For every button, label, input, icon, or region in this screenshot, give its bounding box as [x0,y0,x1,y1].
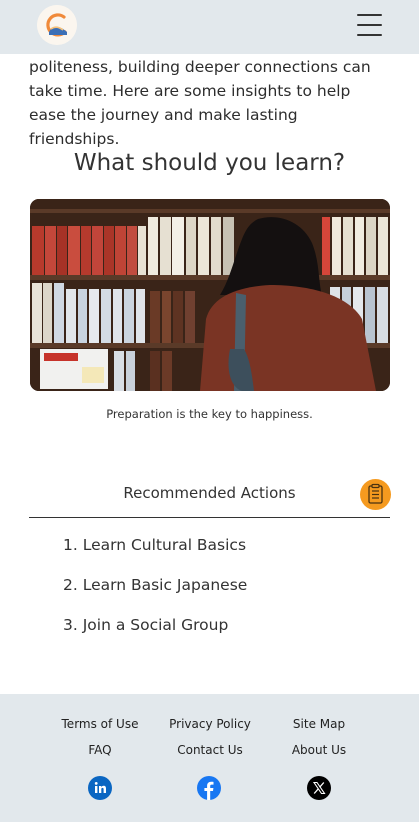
bookshelf-image [30,199,390,391]
clipboard-icon-graphic [368,483,383,504]
facebook-glyph [204,781,214,800]
section-divider [29,517,390,518]
footer-link-terms[interactable]: Terms of Use [45,717,155,731]
logo[interactable] [37,5,77,45]
action-item-cultural-basics[interactable]: 1. Learn Cultural Basics [63,536,246,554]
menu-line [357,14,382,16]
footer-link-privacy[interactable]: Privacy Policy [155,717,265,731]
top-header [0,0,419,54]
footer-link-sitemap[interactable]: Site Map [264,717,374,731]
x-icon[interactable] [307,776,331,800]
footer-link-contact[interactable]: Contact Us [155,743,265,757]
photo-caption: Preparation is the key to happiness. [106,407,313,421]
linkedin-glyph [94,782,106,793]
intro-paragraph: politeness, building deeper connections … [29,58,371,148]
menu-line [357,34,382,36]
facebook-icon[interactable] [197,776,221,800]
bookshelf-photo [30,199,390,391]
linkedin-icon[interactable] [88,776,112,800]
recommended-actions-title: Recommended Actions [123,484,296,502]
footer-link-faq[interactable]: FAQ [45,743,155,757]
menu-line [357,24,382,26]
clipboard-icon[interactable] [360,479,391,510]
hamburger-menu-icon[interactable] [356,12,383,39]
x-glyph [312,781,326,795]
action-item-basic-japanese[interactable]: 2. Learn Basic Japanese [63,576,247,594]
logo-mark-icon [37,5,77,45]
section-title: What should you learn? [73,150,346,176]
action-item-social-group[interactable]: 3. Join a Social Group [63,616,228,634]
footer-link-about[interactable]: About Us [264,743,374,757]
footer: Terms of Use Privacy Policy Site Map FAQ… [0,694,419,822]
